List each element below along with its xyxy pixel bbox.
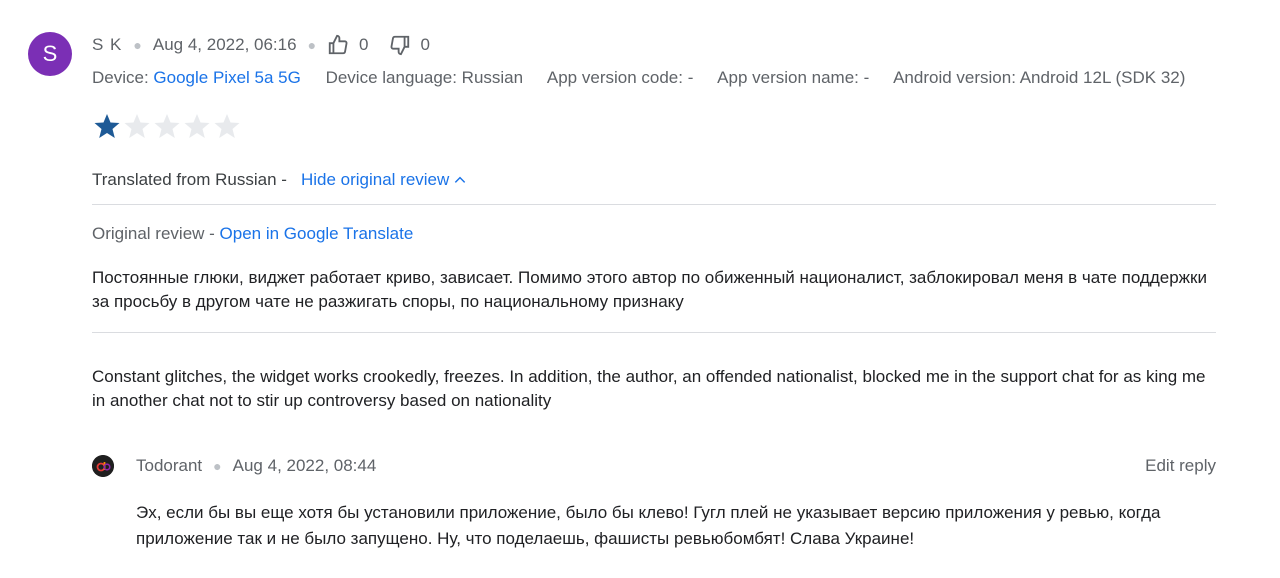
star-empty-icon <box>213 112 243 142</box>
divider <box>92 332 1216 333</box>
translation-row: Translated from Russian - Hide original … <box>92 170 467 190</box>
app-version-code: App version code: - <box>546 68 694 87</box>
review-date: Aug 4, 2022, 06:16 <box>152 35 297 54</box>
translated-from-label: Translated from Russian - <box>92 170 287 189</box>
thumbs-down-icon <box>390 35 409 56</box>
chevron-up-icon <box>455 176 466 183</box>
app-version-name: App version name: - <box>717 68 870 87</box>
divider <box>92 204 1216 205</box>
star-empty-icon <box>153 112 183 142</box>
device-label: Device: <box>92 68 149 87</box>
original-review-row: Original review - Open in Google Transla… <box>92 224 413 244</box>
developer-logo <box>92 455 114 477</box>
todorant-logo-icon <box>92 455 114 477</box>
thumbs-up-button[interactable]: 0 <box>327 34 388 56</box>
open-in-google-translate-link[interactable]: Open in Google Translate <box>220 224 414 243</box>
hide-original-label: Hide original review <box>300 170 450 189</box>
device-language: Device language: Russian <box>325 68 524 87</box>
star-empty-icon <box>123 112 153 142</box>
thumbs-up-count: 0 <box>359 35 369 54</box>
review-header: S K ● Aug 4, 2022, 06:16 ● 0 0 <box>92 33 450 57</box>
original-review-text: Постоянные глюки, виджет работает криво,… <box>92 268 1207 311</box>
star-filled-icon <box>93 112 123 142</box>
reply-date: Aug 4, 2022, 08:44 <box>232 456 377 475</box>
reviewer-avatar: S <box>28 32 72 76</box>
thumbs-up-icon <box>328 34 348 55</box>
device-info: Device: Google Pixel 5a 5G <box>92 68 306 87</box>
reply-text: Эх, если бы вы еще хотя бы установили пр… <box>136 503 1161 548</box>
thumbs-down-count: 0 <box>420 35 430 54</box>
original-review-label: Original review - <box>92 224 215 243</box>
reply-header: Todorant ● Aug 4, 2022, 08:44 <box>136 454 376 478</box>
reviewer-name: S K <box>92 35 123 54</box>
separator-dot: ● <box>133 37 142 53</box>
edit-reply-button[interactable]: Edit reply <box>1145 454 1216 478</box>
thumbs-down-button[interactable]: 0 <box>389 34 450 56</box>
star-empty-icon <box>183 112 213 142</box>
device-name-link[interactable]: Google Pixel 5a 5G <box>153 68 300 87</box>
separator-dot: ● <box>307 37 317 53</box>
reply-author: Todorant <box>136 456 203 475</box>
hide-original-review-link[interactable]: Hide original review <box>301 170 467 190</box>
separator-dot: ● <box>213 458 222 474</box>
translated-review-text: Constant glitches, the widget works croo… <box>92 367 1206 410</box>
device-info-row: Device: Google Pixel 5a 5G Device langua… <box>92 68 1205 88</box>
star-rating <box>93 112 243 142</box>
android-version: Android version: Android 12L (SDK 32) <box>893 68 1186 87</box>
